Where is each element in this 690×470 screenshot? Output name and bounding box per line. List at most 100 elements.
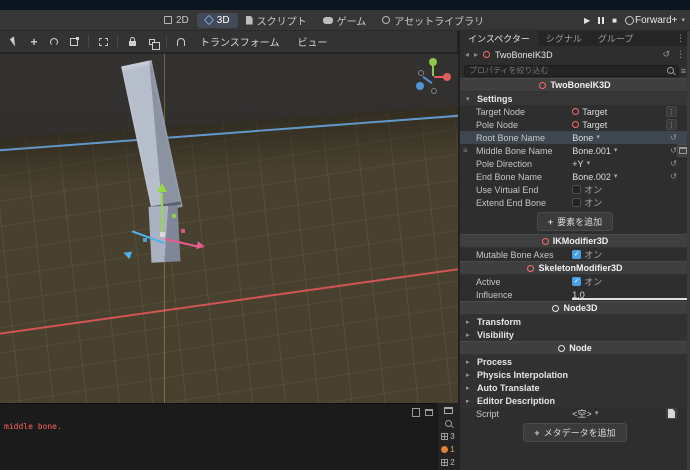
dock-search-button[interactable] xyxy=(445,418,452,429)
chevron-down-icon[interactable]: ▾ xyxy=(587,160,591,167)
prop-value[interactable]: Bone.002 xyxy=(572,172,611,182)
view-menu[interactable]: ビュー xyxy=(293,32,333,51)
prop-value[interactable]: Target xyxy=(582,107,607,117)
section-process[interactable]: ▸ Process xyxy=(460,355,690,368)
checkbox-checked[interactable]: ✓ xyxy=(572,277,581,286)
target-node-icon xyxy=(572,108,579,115)
scale-tool-button[interactable] xyxy=(68,36,80,48)
revert-icon[interactable]: ↺ xyxy=(670,159,677,168)
history-icon[interactable]: ↺ xyxy=(662,49,670,60)
script-button[interactable] xyxy=(666,408,677,419)
rotate-tool-button[interactable] xyxy=(48,36,60,48)
section-transform[interactable]: ▸ Transform xyxy=(460,315,690,328)
inspector-menu-icon[interactable]: ⋮ xyxy=(676,49,685,60)
influence-slider[interactable] xyxy=(572,298,688,300)
checkbox-unchecked[interactable] xyxy=(572,185,581,194)
section-settings[interactable]: ▾ Settings xyxy=(460,92,690,105)
tab-groups[interactable]: グループ xyxy=(590,31,641,46)
select-tool-button[interactable] xyxy=(8,36,20,48)
section-auto-translate[interactable]: ▸ Auto Translate xyxy=(460,381,690,394)
axis-gizmo-x-dot[interactable] xyxy=(443,73,451,81)
magnet-icon xyxy=(177,38,185,46)
clear-icon[interactable] xyxy=(425,409,433,416)
assign-node-button[interactable]: ⋮ xyxy=(666,106,677,117)
axis-gizmo-y-dot[interactable] xyxy=(429,58,437,66)
gizmo-plane-handle-pink[interactable] xyxy=(181,229,185,233)
chevron-down-icon[interactable]: ▾ xyxy=(596,134,600,141)
prop-label: Root Bone Name xyxy=(476,133,572,143)
dock-item-bottom[interactable]: 2 xyxy=(441,457,454,468)
gizmo-plane-handle-blue[interactable] xyxy=(143,238,147,242)
filter-options-icon[interactable]: ≡ xyxy=(677,66,686,76)
prop-value[interactable]: Bone xyxy=(572,133,593,143)
inspector-tab-bar: インスペクター シグナル グループ ⋮ xyxy=(460,31,690,46)
category-ikmodifier3d: IKModifier3D xyxy=(460,234,690,248)
workspace-tab-3d[interactable]: 3D xyxy=(197,13,238,28)
revert-icon[interactable]: ↺ xyxy=(670,133,677,142)
node-class-icon xyxy=(483,51,490,58)
drag-handle-icon[interactable]: ≡ xyxy=(463,146,468,155)
section-visibility[interactable]: ▸ Visibility xyxy=(460,328,690,341)
add-metadata-button[interactable]: + メタデータを追加 xyxy=(523,423,626,442)
3d-viewport[interactable] xyxy=(0,54,458,403)
axis-gizmo-negative-dot[interactable] xyxy=(418,70,424,76)
prop-value[interactable]: Bone.001 xyxy=(572,146,611,156)
renderer-select[interactable]: Forward+ ▾ xyxy=(635,10,685,31)
section-physics-interpolation[interactable]: ▸ Physics Interpolation xyxy=(460,368,690,381)
checkbox-unchecked[interactable] xyxy=(572,198,581,207)
lock-button[interactable] xyxy=(126,36,138,48)
revert-icon[interactable]: ↺ xyxy=(670,172,677,181)
snap-button[interactable] xyxy=(175,36,187,48)
workspace-tab-assetlib[interactable]: アセットライブラリ xyxy=(374,11,492,30)
movie-mode-button[interactable] xyxy=(625,16,634,25)
tab-signals[interactable]: シグナル xyxy=(538,31,590,46)
prop-value[interactable]: Target xyxy=(582,120,607,130)
box-select-button[interactable] xyxy=(97,36,109,48)
chevron-down-icon[interactable]: ▾ xyxy=(614,173,618,180)
chevron-down-icon[interactable]: ▾ xyxy=(614,147,618,154)
workspace-tab-script[interactable]: スクリプト xyxy=(238,11,315,30)
axis-gizmo-negative-dot[interactable] xyxy=(431,88,437,94)
edited-node-name: TwoBoneIK3D xyxy=(495,50,553,60)
gizmo-y-arrow[interactable] xyxy=(161,193,163,235)
section-editor-description[interactable]: ▸ Editor Description xyxy=(460,394,690,407)
history-back-icon[interactable]: ◂ xyxy=(465,50,469,59)
main-menubar: 2D 3D スクリプト ゲーム アセットライブラリ ▶ ■ Forward+ ▾ xyxy=(0,10,690,31)
gizmo-plane-handle-green[interactable] xyxy=(172,214,177,219)
checkbox-checked[interactable]: ✓ xyxy=(572,250,581,259)
revert-icon[interactable]: ↺ xyxy=(670,146,677,155)
prop-pole-direction: Pole Direction +Y ▾ ↺ xyxy=(460,157,690,170)
dock-window-button[interactable] xyxy=(444,405,453,416)
prop-label: Middle Bone Name xyxy=(476,146,572,156)
chevron-right-icon: ▸ xyxy=(466,371,473,379)
dock-item-top[interactable]: 3 xyxy=(441,431,454,442)
ikmodifier3d-icon xyxy=(542,238,549,245)
dock-badge: 3 xyxy=(450,432,454,441)
move-tool-button[interactable]: + xyxy=(28,36,40,48)
filter-properties-input[interactable] xyxy=(464,65,679,77)
play-button[interactable]: ▶ xyxy=(584,17,590,25)
add-element-button[interactable]: + 要素を追加 xyxy=(537,212,613,231)
tab-inspector[interactable]: インスペクター xyxy=(460,31,538,46)
viewport-toolbar: + トランスフォーム ビュー xyxy=(0,31,458,53)
assign-node-button[interactable]: ⋮ xyxy=(666,119,677,130)
prop-value[interactable]: +Y xyxy=(572,159,583,169)
axis-gizmo-z-dot[interactable] xyxy=(416,82,424,90)
workspace-tab-2d[interactable]: 2D xyxy=(156,13,197,28)
pause-button[interactable] xyxy=(598,17,604,24)
grid-icon xyxy=(441,433,448,440)
history-forward-icon[interactable]: ▸ xyxy=(474,50,478,59)
search-icon xyxy=(667,67,674,74)
view-axis-gizmo[interactable] xyxy=(414,60,452,96)
prop-value[interactable]: <空> xyxy=(572,407,592,420)
plus-icon: + xyxy=(534,428,539,438)
gizmo-center-handle[interactable] xyxy=(160,232,165,237)
copy-icon[interactable] xyxy=(412,408,420,417)
dock-item-active[interactable]: 1 xyxy=(441,444,454,455)
chevron-down-icon[interactable]: ▾ xyxy=(595,410,599,417)
group-button[interactable] xyxy=(146,36,158,48)
stop-button[interactable]: ■ xyxy=(612,17,617,25)
transform-menu[interactable]: トランスフォーム xyxy=(195,32,285,51)
workspace-tab-game[interactable]: ゲーム xyxy=(315,11,375,30)
workspace-tab-label: ゲーム xyxy=(337,13,367,28)
